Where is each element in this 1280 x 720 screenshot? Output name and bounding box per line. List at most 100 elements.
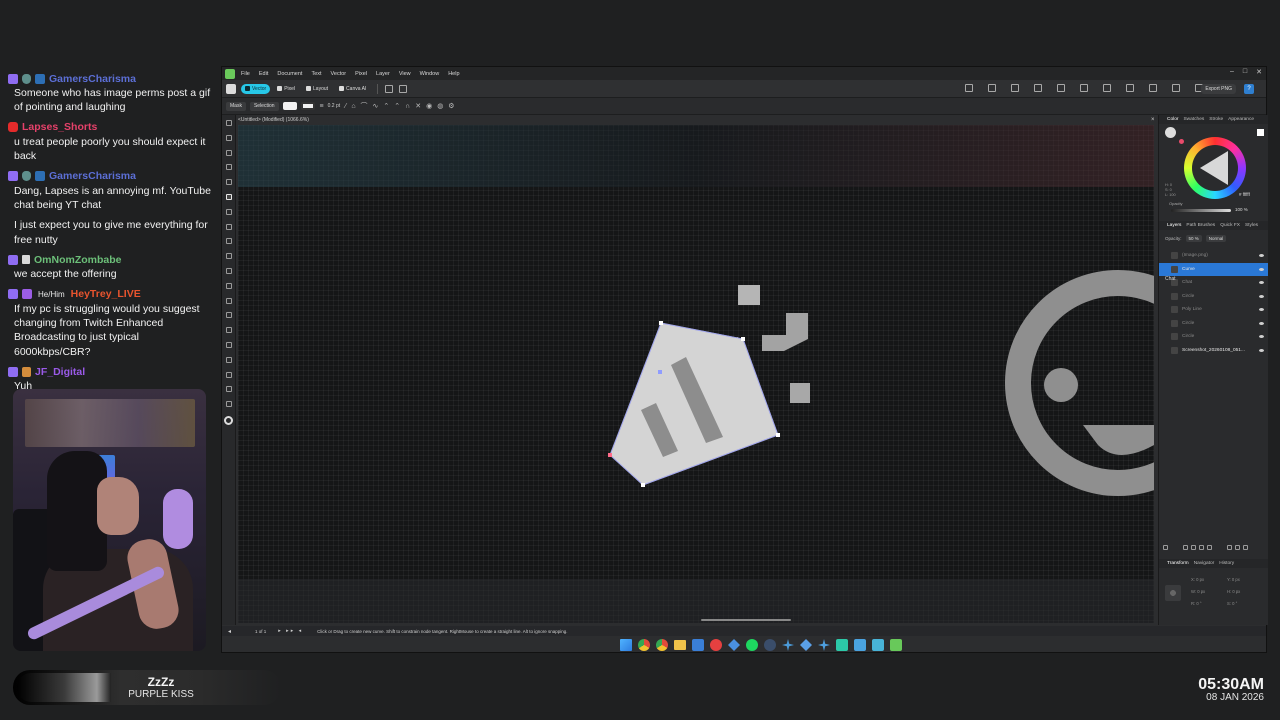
hand-tool-icon[interactable] xyxy=(225,371,232,378)
smart-node-icon[interactable]: ∩ xyxy=(405,103,410,110)
tf-w-field[interactable]: W: 0 px xyxy=(1191,589,1205,594)
stroke-style-icon[interactable]: ≡ xyxy=(320,103,324,110)
tf-h-field[interactable]: H: 0 px xyxy=(1227,589,1240,594)
close-icon[interactable]: ✕ xyxy=(1256,68,1262,76)
menu-edit[interactable]: Edit xyxy=(259,71,268,77)
fill-tool-icon[interactable] xyxy=(225,238,232,245)
stroke-color-swatch[interactable] xyxy=(1179,139,1184,144)
assistant-icon[interactable] xyxy=(1149,84,1157,92)
layer-row[interactable]: Curve xyxy=(1159,262,1268,276)
menu-window[interactable]: Window xyxy=(420,71,440,77)
tf-y-field[interactable]: Y: 0 px xyxy=(1227,577,1240,582)
shape-tool-icon[interactable] xyxy=(225,267,232,274)
page-navigation[interactable]: ▸ ▸▸ ◂ xyxy=(278,628,303,634)
horizontal-scrollbar[interactable] xyxy=(701,619,791,621)
flip-icon[interactable] xyxy=(1103,84,1111,92)
tab-color[interactable]: Color xyxy=(1167,117,1178,122)
menu-text[interactable]: Text xyxy=(311,71,321,77)
knife-tool-icon[interactable] xyxy=(225,356,232,363)
persona-vector-button[interactable]: Vector xyxy=(241,83,271,94)
layer-row[interactable]: Circle xyxy=(1159,330,1268,344)
stroke-width-field[interactable]: 0.2 pt xyxy=(328,103,341,109)
more-tools-icon[interactable] xyxy=(225,401,232,408)
chrome-icon[interactable] xyxy=(638,639,650,651)
menu-vector[interactable]: Vector xyxy=(331,71,347,77)
chat-username[interactable]: GamersCharisma xyxy=(49,73,136,85)
maximize-icon[interactable]: □ xyxy=(1243,68,1247,76)
break-curve-icon[interactable]: ✕ xyxy=(415,102,421,110)
status-back-icon[interactable]: ◂ xyxy=(228,628,231,635)
live-filter-icon[interactable] xyxy=(1191,545,1196,550)
layer-row[interactable]: Circle xyxy=(1159,317,1268,331)
opacity-slider[interactable] xyxy=(1171,209,1231,212)
zoom-tool-icon[interactable] xyxy=(225,386,232,393)
snapping-icon[interactable] xyxy=(385,84,394,93)
visibility-eye-icon[interactable] xyxy=(1259,335,1264,339)
layer-row[interactable]: Poly Line xyxy=(1159,303,1268,317)
chat-username[interactable]: OmNomZombabe xyxy=(34,254,122,266)
selection-button[interactable]: Selection xyxy=(249,101,279,111)
align-icon[interactable] xyxy=(988,84,996,92)
force-pixel-icon[interactable] xyxy=(399,84,408,93)
group-layers-icon[interactable] xyxy=(1227,545,1232,550)
smart-mode-icon[interactable]: ∿ xyxy=(373,102,379,110)
crop-tool-icon[interactable] xyxy=(225,312,232,319)
text-tool-icon[interactable] xyxy=(225,282,232,289)
boolean-icon[interactable] xyxy=(1034,84,1042,92)
menu-file[interactable]: File xyxy=(241,71,250,77)
menu-document[interactable]: Document xyxy=(277,71,302,77)
visibility-eye-icon[interactable] xyxy=(1259,254,1264,258)
tab-history[interactable]: History xyxy=(1219,561,1234,566)
rubber-band-icon[interactable]: ◍ xyxy=(437,102,443,110)
obs-icon[interactable] xyxy=(710,639,722,651)
settings-app-icon[interactable] xyxy=(854,639,866,651)
pen-mode-icon[interactable]: ⁄ xyxy=(345,103,346,110)
chat-username[interactable]: JF_Digital xyxy=(35,366,85,378)
stroke-swatch[interactable] xyxy=(300,102,315,110)
start-icon[interactable] xyxy=(620,639,632,651)
color-triangle[interactable] xyxy=(1200,151,1228,185)
arrange-icon[interactable] xyxy=(965,84,973,92)
menu-layer[interactable]: Layer xyxy=(376,71,390,77)
sharp-node-icon[interactable]: ⌃ xyxy=(383,102,389,110)
tab-navigator[interactable]: Navigator xyxy=(1194,561,1215,566)
tab-transform[interactable]: Transform xyxy=(1167,561,1189,566)
tab-styles[interactable]: Styles xyxy=(1245,223,1258,228)
no-fill-swatch[interactable] xyxy=(1257,129,1264,136)
polygon-mode-icon[interactable]: ⌂ xyxy=(351,103,355,110)
eyedropper-tool-icon[interactable] xyxy=(225,341,232,348)
anchor-selector[interactable] xyxy=(1165,585,1181,601)
layer-opacity-field[interactable]: 50 % xyxy=(1185,235,1202,242)
color-wheel[interactable] xyxy=(1184,137,1246,199)
folder-icon[interactable] xyxy=(674,640,686,650)
minimize-icon[interactable]: – xyxy=(1230,68,1234,76)
tab-stroke[interactable]: Stroke xyxy=(1209,117,1223,122)
tf-r-field[interactable]: R: 0 ° xyxy=(1191,601,1202,606)
node-tool-icon[interactable] xyxy=(225,134,232,141)
pencil-tool-icon[interactable] xyxy=(225,208,232,215)
add-layer-icon[interactable] xyxy=(1235,545,1240,550)
persona-pixel-button[interactable]: Pixel xyxy=(273,84,299,94)
persona-canva-ai-button[interactable]: Canva AI xyxy=(335,84,370,94)
line-mode-icon[interactable]: ⌒ xyxy=(361,101,368,111)
dev-app-icon[interactable] xyxy=(818,639,830,651)
transparency-tool-icon[interactable] xyxy=(225,253,232,260)
layer-row[interactable]: Circle xyxy=(1159,290,1268,304)
blend-mode-select[interactable]: Normal xyxy=(1205,235,1227,242)
canva-circle-icon[interactable] xyxy=(224,415,233,425)
mask-button[interactable]: Mask xyxy=(226,101,246,111)
settings-gear-icon[interactable]: ⚙ xyxy=(448,102,454,110)
layer-row[interactable]: (Image.png) xyxy=(1159,249,1268,263)
artboard-tool-icon[interactable] xyxy=(225,164,232,171)
chat-app-icon[interactable] xyxy=(836,639,848,651)
preview-icon[interactable] xyxy=(1172,84,1180,92)
visibility-eye-icon[interactable] xyxy=(1259,308,1264,312)
visibility-eye-icon[interactable] xyxy=(1259,321,1264,325)
fill-swatch[interactable] xyxy=(282,102,297,110)
chat-username[interactable]: GamersCharisma xyxy=(49,170,136,182)
visibility-eye-icon[interactable] xyxy=(1259,294,1264,298)
tab-swatches[interactable]: Swatches xyxy=(1183,117,1204,122)
corner-tool-icon[interactable] xyxy=(225,149,232,156)
chat-username[interactable]: HeyTrey_LIVE xyxy=(71,288,141,300)
mail-icon[interactable] xyxy=(692,639,704,651)
